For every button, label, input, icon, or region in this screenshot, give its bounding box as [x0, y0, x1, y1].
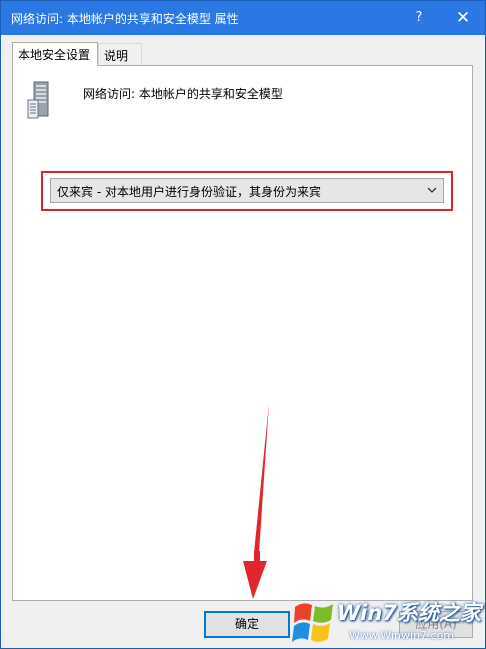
- windows-flag-icon: [292, 603, 333, 642]
- properties-dialog: 网络访问: 本地帐户的共享和安全模型 属性 ? ✕ 本地安全设置 说明 网络访问…: [0, 0, 486, 649]
- title-bar[interactable]: 网络访问: 本地帐户的共享和安全模型 属性 ? ✕: [1, 1, 485, 35]
- dropdown-selected-value: 仅来宾 - 对本地用户进行身份验证，其身份为来宾: [57, 185, 321, 199]
- tab-local-security-setting[interactable]: 本地安全设置: [12, 42, 98, 66]
- window-title: 网络访问: 本地帐户的共享和安全模型 属性: [11, 12, 239, 26]
- help-button[interactable]: ?: [397, 1, 441, 35]
- tab-explain[interactable]: 说明: [98, 43, 142, 64]
- policy-name: 网络访问: 本地帐户的共享和安全模型: [83, 87, 283, 101]
- watermark-title: Win7系统之家: [337, 601, 481, 625]
- server-policy-icon: [27, 81, 49, 119]
- site-watermark: Win7系统之家 Www.Winwin7.com: [291, 597, 486, 649]
- close-button[interactable]: ✕: [441, 1, 485, 35]
- ok-button[interactable]: 确定: [204, 611, 290, 638]
- sharing-model-dropdown[interactable]: 仅来宾 - 对本地用户进行身份验证，其身份为来宾: [50, 178, 444, 203]
- red-arrow-annotation: [243, 403, 269, 599]
- chevron-down-icon: [427, 187, 437, 193]
- watermark-url: Www.Winwin7.com: [349, 629, 455, 642]
